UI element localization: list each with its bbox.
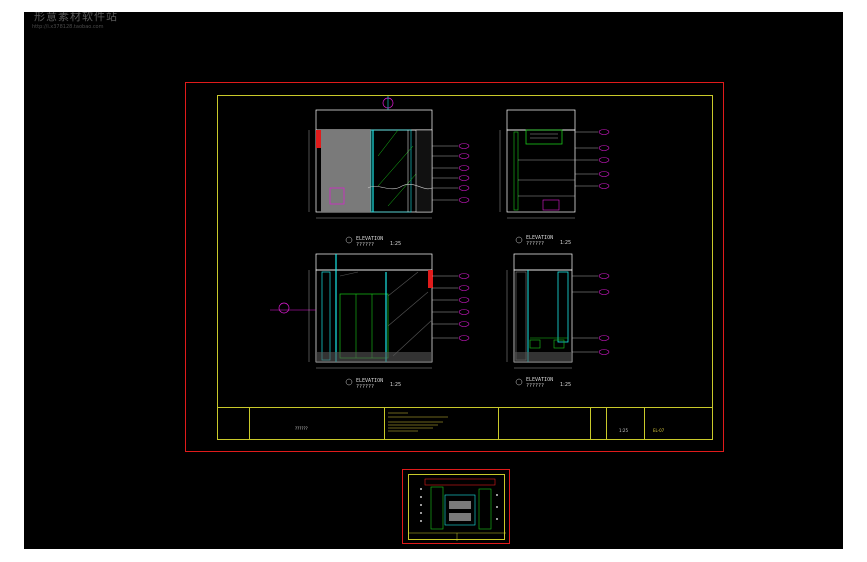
watermark-url: http://i.x378128.taobao.com xyxy=(32,24,104,30)
drawing-sheet: ELEVATION ?????? 1:25 ELEVATION ?????? 1… xyxy=(185,82,724,452)
title-block-cell-number: EL-07 xyxy=(644,408,713,440)
title-block: ?????? 1:25 EL-07 xyxy=(218,407,712,440)
elevation-drawing-bottom-right xyxy=(506,253,610,386)
elevation-ref-bottom-right: ?????? xyxy=(526,383,545,389)
drawing-viewport[interactable]: 形意素材软件站 http://i.x378128.taobao.com ELEV… xyxy=(24,12,843,549)
thumbnail-frame xyxy=(408,474,506,541)
title-block-drawing-no: EL-07 xyxy=(653,428,665,433)
title-block-cell-scale: 1:25 xyxy=(606,408,645,440)
title-block-scale: 1:25 xyxy=(619,428,628,433)
title-block-project-ref: ?????? xyxy=(295,426,308,431)
title-block-notes-lines xyxy=(388,412,448,432)
drawing-frame: ELEVATION ?????? 1:25 ELEVATION ?????? 1… xyxy=(217,95,713,440)
watermark-title: 形意素材软件站 xyxy=(34,12,118,23)
sheet-overview-thumbnail[interactable] xyxy=(402,469,510,544)
title-block-cell-rev xyxy=(590,408,607,440)
thumbnail-plan-drawing xyxy=(409,478,506,541)
elevation-scale-bottom-right: 1:25 xyxy=(560,382,572,388)
title-block-cell-project: ?????? xyxy=(249,408,385,440)
title-block-cell-notes xyxy=(384,408,499,440)
title-block-cell-title xyxy=(498,408,591,440)
